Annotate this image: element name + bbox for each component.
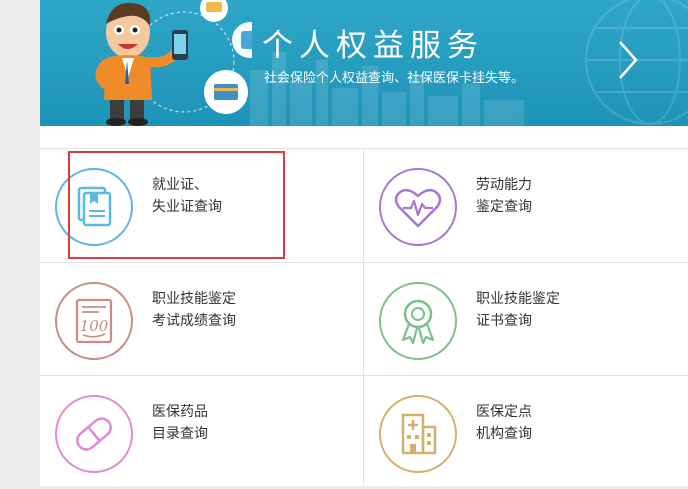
cartoon-man-illustration	[95, 0, 252, 126]
service-label-line2: 考试成绩查询	[152, 313, 236, 329]
heart-pulse-icon	[379, 168, 457, 246]
personal-rights-banner[interactable]: 个人权益服务 社会保险个人权益查询、社保医保卡挂失等。	[40, 0, 688, 126]
service-label-line1: 医保药品	[152, 404, 208, 420]
service-label: 劳动能力 鉴定查询	[476, 174, 532, 218]
selection-highlight-box	[68, 151, 285, 259]
service-label: 医保药品 目录查询	[152, 401, 208, 445]
banner-title: 个人权益服务	[262, 28, 484, 64]
service-label-line2: 机构查询	[476, 426, 532, 442]
service-skill-exam-score-query[interactable]: 100 职业技能鉴定 考试成绩查询	[40, 263, 363, 376]
service-medical-drug-catalog-query[interactable]: 医保药品 目录查询	[40, 376, 363, 489]
service-label: 医保定点 机构查询	[476, 401, 532, 445]
banner-subtitle: 社会保险个人权益查询、社保医保卡挂失等。	[264, 71, 525, 86]
svg-text:100: 100	[80, 317, 109, 335]
award-ribbon-icon	[379, 282, 457, 360]
service-label-line1: 劳动能力	[476, 177, 532, 193]
chevron-right-icon[interactable]	[616, 38, 640, 82]
service-label-line2: 证书查询	[476, 313, 532, 329]
hospital-building-icon	[379, 395, 457, 473]
service-label-line1: 职业技能鉴定	[476, 291, 560, 307]
service-label-line1: 职业技能鉴定	[152, 291, 236, 307]
exam-score-100-icon: 100	[55, 282, 133, 360]
service-label: 职业技能鉴定 考试成绩查询	[152, 288, 236, 332]
service-label: 职业技能鉴定 证书查询	[476, 288, 560, 332]
service-medical-institution-query[interactable]: 医保定点 机构查询	[364, 376, 687, 489]
pill-capsule-icon	[55, 395, 133, 473]
service-label-line2: 鉴定查询	[476, 199, 532, 215]
service-label-line2: 目录查询	[152, 426, 208, 442]
service-label-line1: 医保定点	[476, 404, 532, 420]
service-skill-certificate-query[interactable]: 职业技能鉴定 证书查询	[364, 263, 687, 376]
service-labor-capacity-query[interactable]: 劳动能力 鉴定查询	[364, 149, 687, 262]
